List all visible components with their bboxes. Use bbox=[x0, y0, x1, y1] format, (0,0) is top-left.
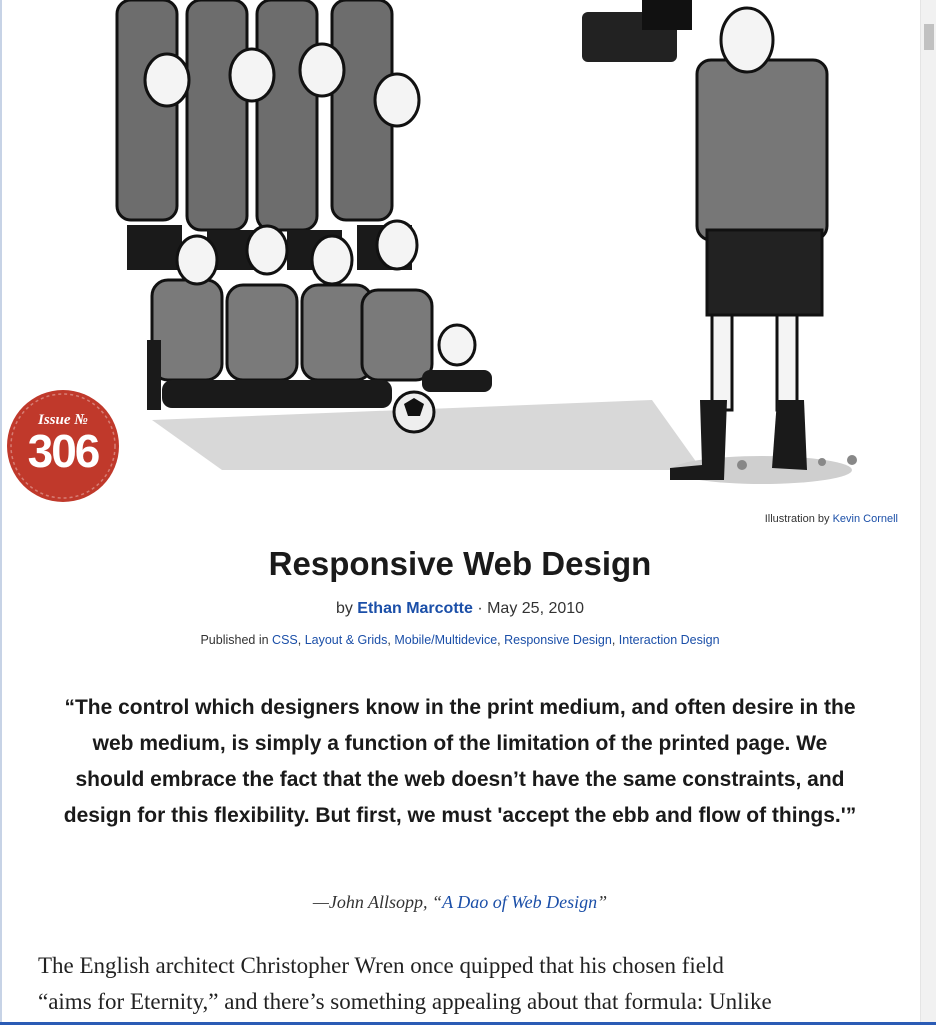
body-line: The English architect Christopher Wren o… bbox=[38, 953, 724, 978]
byline-prefix: by bbox=[335, 600, 353, 617]
attribution-link[interactable]: A Dao of Web Design bbox=[442, 892, 597, 912]
football-team-illustration bbox=[115, 0, 857, 484]
scrollbar-thumb[interactable] bbox=[924, 24, 934, 50]
published-prefix: Published in bbox=[200, 633, 269, 647]
hero-illustration bbox=[2, 0, 920, 510]
window-left-edge bbox=[0, 0, 2, 1025]
page: Issue № 306 Illustration by Kevin Cornel… bbox=[0, 0, 920, 1025]
quote-attribution: —John Allsopp, “A Dao of Web Design” bbox=[0, 892, 920, 913]
category-link-layout-grids[interactable]: Layout & Grids bbox=[305, 633, 388, 647]
publish-date: · May 25, 2010 bbox=[477, 600, 585, 617]
published-categories: Published in CSS, Layout & Grids, Mobile… bbox=[200, 633, 720, 647]
category-link-responsive-design[interactable]: Responsive Design bbox=[504, 633, 612, 647]
vertical-scrollbar[interactable] bbox=[920, 0, 936, 1025]
credit-prefix: Illustration by bbox=[764, 513, 830, 525]
article-body: The English architect Christopher Wren o… bbox=[38, 948, 898, 1020]
article-title: Responsive Web Design bbox=[268, 545, 652, 582]
credit-author-link[interactable]: Kevin Cornell bbox=[833, 513, 898, 525]
body-line: “aims for Eternity,” and there’s somethi… bbox=[38, 989, 772, 1014]
author-link[interactable]: Ethan Marcotte bbox=[357, 600, 473, 617]
attribution-prefix: —John Allsopp, “ bbox=[312, 892, 443, 912]
issue-badge: Issue № 306 bbox=[5, 388, 121, 504]
badge-issue-number: 306 bbox=[27, 425, 101, 477]
category-link-css[interactable]: CSS bbox=[272, 633, 298, 647]
pull-quote: “The control which designers know in the… bbox=[63, 696, 857, 827]
illustration-credit: Illustration by Kevin Cornell bbox=[765, 513, 898, 525]
category-link-mobile[interactable]: Mobile/Multidevice bbox=[394, 633, 497, 647]
byline: by Ethan Marcotte · May 25, 2010 bbox=[0, 600, 920, 618]
category-link-interaction-design[interactable]: Interaction Design bbox=[619, 633, 720, 647]
attribution-suffix: ” bbox=[597, 892, 608, 912]
